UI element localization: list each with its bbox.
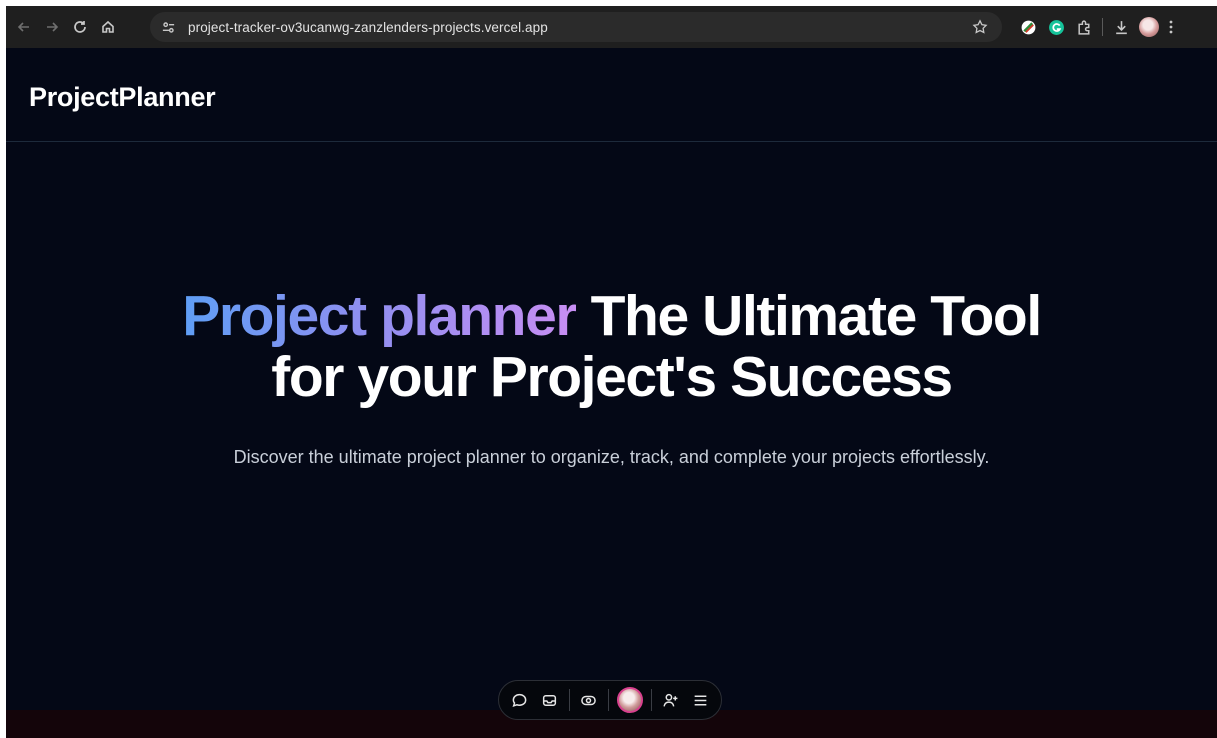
hero-title-highlight: Project planner (182, 284, 577, 348)
comment-icon[interactable] (505, 685, 535, 715)
floating-toolbar (498, 680, 722, 720)
site-info-icon[interactable] (156, 15, 180, 39)
browser-toolbar: project-tracker-ov3ucanwg-zanzlenders-pr… (6, 6, 1217, 48)
menu-icon[interactable] (686, 685, 716, 715)
hero-section: Project planner The Ultimate Tool for yo… (6, 286, 1217, 471)
toolbar-separator (1102, 18, 1103, 36)
add-user-icon[interactable] (656, 685, 686, 715)
url-text[interactable]: project-tracker-ov3ucanwg-zanzlenders-pr… (188, 20, 548, 35)
home-icon[interactable] (94, 13, 122, 41)
forward-icon[interactable] (38, 13, 66, 41)
toolbar-separator (650, 689, 652, 711)
extensions-area (1014, 13, 1179, 41)
brand-logo[interactable]: ProjectPlanner (29, 82, 216, 113)
hero-subtitle: Discover the ultimate project planner to… (233, 447, 990, 467)
bookmark-star-icon[interactable] (968, 15, 992, 39)
address-bar[interactable]: project-tracker-ov3ucanwg-zanzlenders-pr… (150, 12, 1002, 42)
hero-title: Project planner The Ultimate Tool for yo… (172, 286, 1052, 408)
menu-icon[interactable] (1163, 13, 1179, 41)
reload-icon[interactable] (66, 13, 94, 41)
download-icon[interactable] (1107, 13, 1135, 41)
puzzle-icon[interactable] (1070, 13, 1098, 41)
inbox-icon[interactable] (535, 685, 565, 715)
profile-avatar-image (1139, 17, 1159, 37)
profile-avatar[interactable] (1135, 13, 1163, 41)
user-avatar[interactable] (616, 687, 643, 713)
app-header: ProjectPlanner (6, 48, 1217, 142)
eye-icon[interactable] (574, 685, 604, 715)
toolbar-separator (607, 689, 609, 711)
back-icon[interactable] (10, 13, 38, 41)
toolbar-separator (568, 689, 570, 711)
grammarly-icon[interactable] (1042, 13, 1070, 41)
extension-icon[interactable] (1014, 13, 1042, 41)
browser-window: project-tracker-ov3ucanwg-zanzlenders-pr… (6, 6, 1217, 738)
